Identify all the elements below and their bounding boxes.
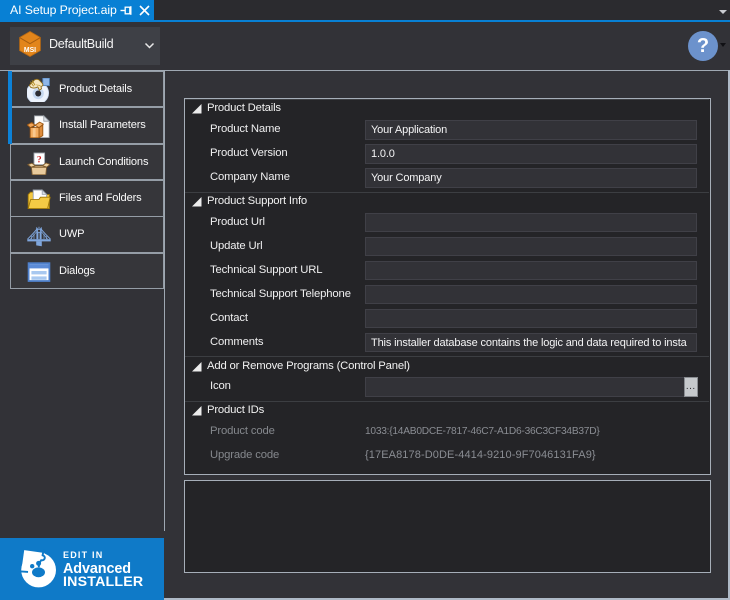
svg-text:MSI: MSI [24,47,36,54]
svg-text:?: ? [37,155,42,165]
